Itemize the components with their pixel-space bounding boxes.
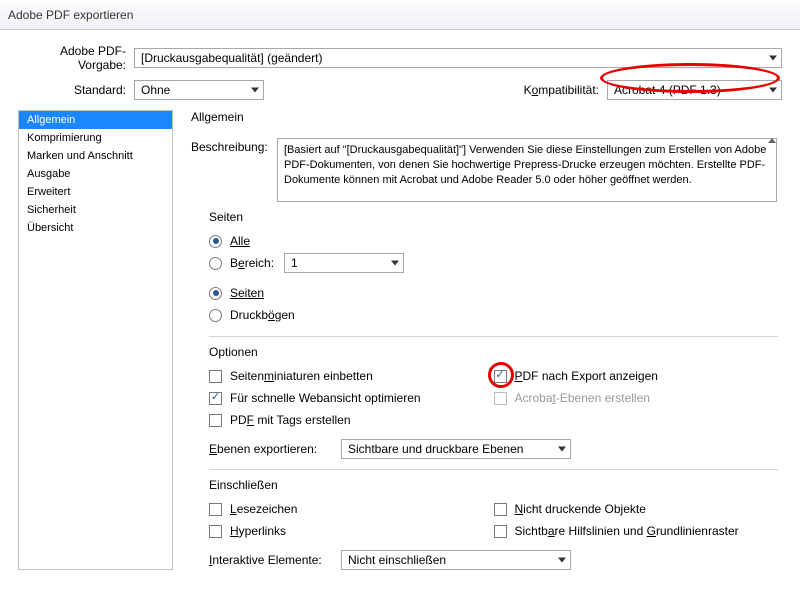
compat-label: Kompatibilität: xyxy=(524,83,599,97)
ebenen-label: Ebenen exportieren: xyxy=(209,442,341,456)
standard-dropdown[interactable]: Ohne xyxy=(134,80,264,100)
sidebar-item-komprimierung[interactable]: Komprimierung xyxy=(19,129,172,147)
check-guides[interactable] xyxy=(494,525,507,538)
radio-all[interactable] xyxy=(209,235,222,248)
check-bookmarks[interactable] xyxy=(209,503,222,516)
ebenen-dropdown[interactable]: Sichtbare und druckbare Ebenen xyxy=(341,439,571,459)
chevron-down-icon xyxy=(769,88,777,93)
radio-pages[interactable] xyxy=(209,287,222,300)
window-title: Adobe PDF exportieren xyxy=(8,8,133,22)
sidebar: Allgemein Komprimierung Marken und Ansch… xyxy=(18,110,173,570)
interactive-label: Interaktive Elemente: xyxy=(209,553,341,567)
titlebar: Adobe PDF exportieren xyxy=(0,0,800,30)
check-acrobat-layers xyxy=(494,392,507,405)
chevron-down-icon xyxy=(251,88,259,93)
pages-group-title: Seiten xyxy=(209,210,778,224)
chevron-down-icon xyxy=(769,56,777,61)
sidebar-item-sicherheit[interactable]: Sicherheit xyxy=(19,201,172,219)
check-tags[interactable] xyxy=(209,414,222,427)
standard-label: Standard: xyxy=(18,83,134,97)
preset-dropdown[interactable]: [Druckausgabequalität] (geändert) xyxy=(134,48,782,68)
options-group-title: Optionen xyxy=(209,345,778,359)
compat-dropdown[interactable]: Acrobat 4 (PDF 1.3) xyxy=(607,80,782,100)
interactive-dropdown[interactable]: Nicht einschließen xyxy=(341,550,571,570)
description-text[interactable]: [Basiert auf "[Druckausgabequalität]"] V… xyxy=(277,138,777,202)
panel-allgemein: Allgemein Beschreibung: [Basiert auf "[D… xyxy=(191,110,782,570)
check-view-after[interactable] xyxy=(494,370,507,383)
check-webopt[interactable] xyxy=(209,392,222,405)
description-label: Beschreibung: xyxy=(191,138,277,202)
standard-value: Ohne xyxy=(141,83,170,97)
compat-value: Acrobat 4 (PDF 1.3) xyxy=(614,83,721,97)
chevron-down-icon xyxy=(391,261,399,266)
preset-label: Adobe PDF-Vorgabe: xyxy=(18,44,134,72)
scroll-up-icon[interactable] xyxy=(768,138,776,150)
include-group-title: Einschließen xyxy=(209,478,778,492)
chevron-down-icon xyxy=(558,447,566,452)
radio-range[interactable] xyxy=(209,257,222,270)
sidebar-item-allgemein[interactable]: Allgemein xyxy=(19,111,172,129)
sidebar-item-erweitert[interactable]: Erweitert xyxy=(19,183,172,201)
dialog-content: Adobe PDF-Vorgabe: [Druckausgabequalität… xyxy=(0,30,800,570)
chevron-down-icon xyxy=(558,558,566,563)
sidebar-item-ausgabe[interactable]: Ausgabe xyxy=(19,165,172,183)
sidebar-item-marken[interactable]: Marken und Anschnitt xyxy=(19,147,172,165)
panel-heading: Allgemein xyxy=(191,110,778,124)
range-dropdown[interactable]: 1 xyxy=(284,253,404,273)
check-nonprinting[interactable] xyxy=(494,503,507,516)
preset-value: [Druckausgabequalität] (geändert) xyxy=(141,51,322,65)
radio-spreads[interactable] xyxy=(209,309,222,322)
check-thumbnails[interactable] xyxy=(209,370,222,383)
sidebar-item-uebersicht[interactable]: Übersicht xyxy=(19,219,172,237)
check-hyperlinks[interactable] xyxy=(209,525,222,538)
